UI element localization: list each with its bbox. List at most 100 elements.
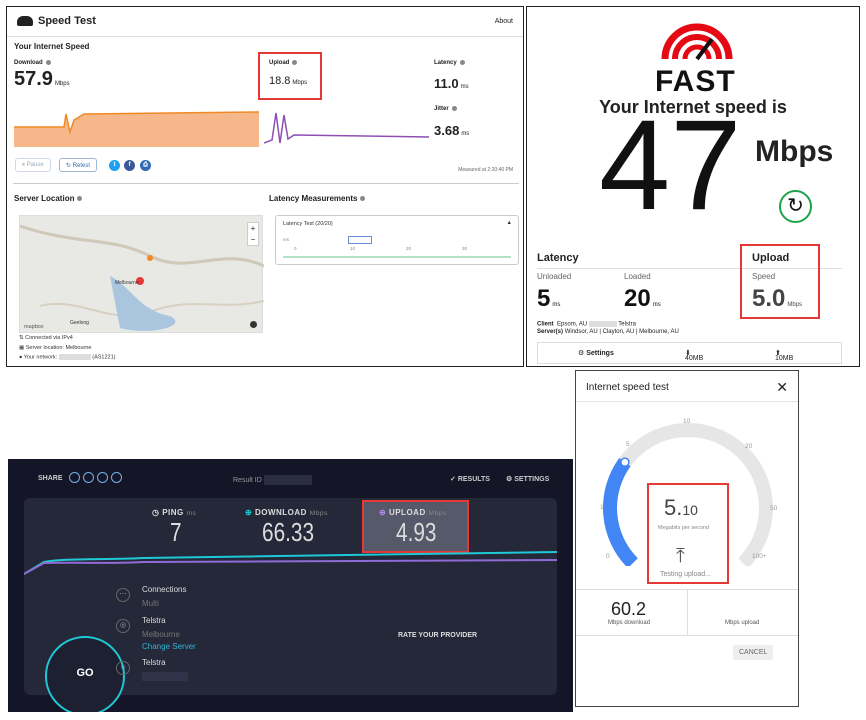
download-chart	[14, 111, 259, 147]
more-share-icon[interactable]	[111, 472, 122, 483]
fast-com-panel: FAST Your Internet speed is 47 Mbps ↻ La…	[526, 6, 860, 367]
axis-label: ms	[283, 237, 289, 242]
gauge-tick: 0	[606, 553, 610, 560]
fast-speedometer-logo-icon	[661, 23, 733, 61]
map-zoom-control[interactable]: + −	[247, 222, 259, 246]
results-card: ◷ PING ms 7 ⊕ DOWNLOAD Mbps 66.33 ⊕ UPLO…	[24, 498, 557, 712]
cloud-logo-icon	[17, 16, 33, 26]
user-icon: ☺	[116, 661, 130, 675]
upload-highlight-box	[258, 52, 322, 100]
speedtest-net-panel: SHARE Result ID ✓ RESULTS ⚙ SETTINGS ◷ P…	[8, 459, 573, 712]
connections-value: Multi	[142, 599, 159, 608]
unloaded-label: Unloaded	[537, 272, 572, 281]
jitter-label: Jitter	[434, 106, 457, 112]
latency-test-label: Latency Test (20/20)	[283, 221, 333, 227]
rate-provider[interactable]: RATE YOUR PROVIDER	[398, 632, 477, 639]
latency-label: Latency	[434, 60, 465, 66]
about-link[interactable]: About	[495, 18, 513, 25]
axis-tick: 30	[462, 246, 468, 251]
info-icon[interactable]	[451, 106, 457, 111]
pause-button[interactable]: ⏸ Pause	[15, 158, 51, 172]
server-location-text: ▦ Server location: Melbourne	[19, 345, 92, 351]
axis-tick: 0	[294, 246, 297, 251]
facebook-share-icon[interactable]: f	[124, 160, 135, 171]
facebook-share-icon[interactable]	[97, 472, 108, 483]
gauge-tick: 1	[600, 504, 604, 511]
gauge-needle	[620, 457, 630, 467]
download-value: 66.33	[262, 517, 315, 547]
retest-button[interactable]: ↻ Retest	[59, 158, 98, 172]
unloaded-value: 5 ms	[537, 285, 561, 312]
download-label: ⊕ DOWNLOAD Mbps	[245, 508, 328, 517]
results-button[interactable]: ✓ RESULTS	[450, 475, 490, 483]
latency-measurements-title: Latency Measurements	[269, 194, 366, 203]
gauge-fill	[603, 458, 638, 566]
axis-tick: 10	[350, 246, 356, 251]
info-icon[interactable]	[77, 196, 83, 202]
download-value: 60.2	[611, 599, 647, 619]
upload-size-option[interactable]: 10MB ⬆	[775, 349, 793, 362]
server-info: Server(s) Windsor, AU | Clayton, AU | Me…	[537, 329, 679, 335]
mapbox-attribution: mapbox	[24, 324, 44, 330]
upload-cell	[688, 589, 798, 635]
upload-highlight-box	[647, 483, 729, 584]
gauge-tick: 10	[683, 418, 691, 425]
your-network: ● Your network: (AS1221)	[19, 354, 116, 361]
connections-icon: ⋯	[116, 588, 130, 602]
server-city: Melbourne	[142, 630, 180, 639]
latency-boxplot	[348, 236, 372, 244]
connected-via: ⇅ Connected via IPv4	[19, 335, 73, 341]
speed-graph	[24, 551, 557, 575]
axis-tick: 20	[406, 246, 412, 251]
result-id: Result ID	[233, 475, 312, 485]
latency-title: Latency	[537, 252, 579, 264]
server-isp: Telstra	[142, 616, 166, 625]
section-title: Your Internet Speed	[14, 42, 90, 51]
speed-value: 47	[599, 94, 742, 237]
change-server-link[interactable]: Change Server	[142, 642, 196, 651]
latency-range-bar	[283, 256, 511, 258]
collapse-icon[interactable]: ▲	[507, 220, 512, 226]
loaded-value: 20 ms	[624, 285, 661, 312]
gauge-tick: 5	[626, 441, 630, 448]
jitter-value: 3.68 ms	[434, 123, 470, 138]
download-size-option[interactable]: 40MB ⬇	[685, 349, 703, 362]
settings-button[interactable]: ⚙ Settings	[578, 349, 614, 357]
upload-highlight-box	[740, 244, 820, 319]
print-icon[interactable]: ⎙	[140, 160, 151, 171]
server-map[interactable]: Melbourne Geelong + − mapbox	[19, 215, 265, 333]
server-location-title: Server Location	[14, 194, 83, 203]
info-icon[interactable]	[45, 60, 51, 65]
google-speed-test-panel: Internet speed test ✕ 0 1 5 10 20 50 100…	[575, 370, 799, 707]
cloudflare-speedtest-panel: Speed Test About Your Internet Speed Dow…	[6, 6, 524, 367]
close-icon[interactable]: ✕	[776, 379, 788, 396]
measured-timestamp: Measured at 2:20:40 PM	[458, 167, 513, 173]
download-value: 57.9 Mbps	[14, 68, 70, 90]
info-icon[interactable]	[459, 60, 465, 65]
settings-bar: ⚙ Settings 40MB ⬇ 10MB ⬆	[537, 342, 842, 364]
header-bar: Speed Test About	[7, 7, 523, 37]
client-info: Client Epsom, AU Telstra	[537, 321, 636, 328]
twitter-share-icon[interactable]: t	[109, 160, 120, 171]
user-isp: Telstra	[142, 658, 166, 667]
map-graphic	[19, 224, 265, 331]
info-icon[interactable]	[360, 196, 366, 202]
ping-label: ◷ PING ms	[152, 508, 197, 517]
speed-unit: Mbps	[755, 135, 834, 168]
divider	[13, 183, 519, 184]
reload-icon: ↻	[787, 195, 804, 217]
map-label-city: Geelong	[70, 320, 89, 326]
reload-button[interactable]: ↻	[779, 190, 812, 223]
divider	[576, 401, 798, 402]
go-button[interactable]: GO	[45, 636, 125, 712]
loaded-label: Loaded	[624, 272, 651, 281]
cancel-button[interactable]: CANCEL	[733, 645, 774, 660]
map-info-icon[interactable]	[250, 321, 257, 328]
twitter-share-icon[interactable]	[83, 472, 94, 483]
settings-button[interactable]: ⚙ SETTINGS	[506, 475, 549, 483]
download-caption: Mbps download	[608, 620, 651, 626]
link-share-icon[interactable]	[69, 472, 80, 483]
connections-label: Connections	[142, 585, 187, 594]
latency-value: 11.0 ms	[434, 76, 469, 91]
share-label: SHARE	[38, 475, 63, 482]
